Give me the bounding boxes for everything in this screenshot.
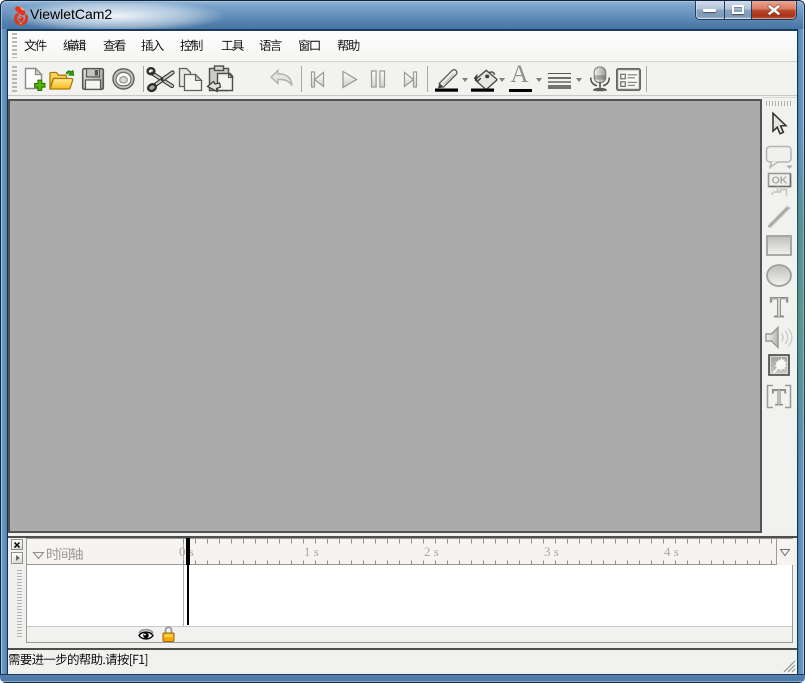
svg-text:T: T (770, 291, 788, 324)
svg-text:OK: OK (772, 175, 788, 187)
svg-text:T: T (772, 385, 786, 410)
